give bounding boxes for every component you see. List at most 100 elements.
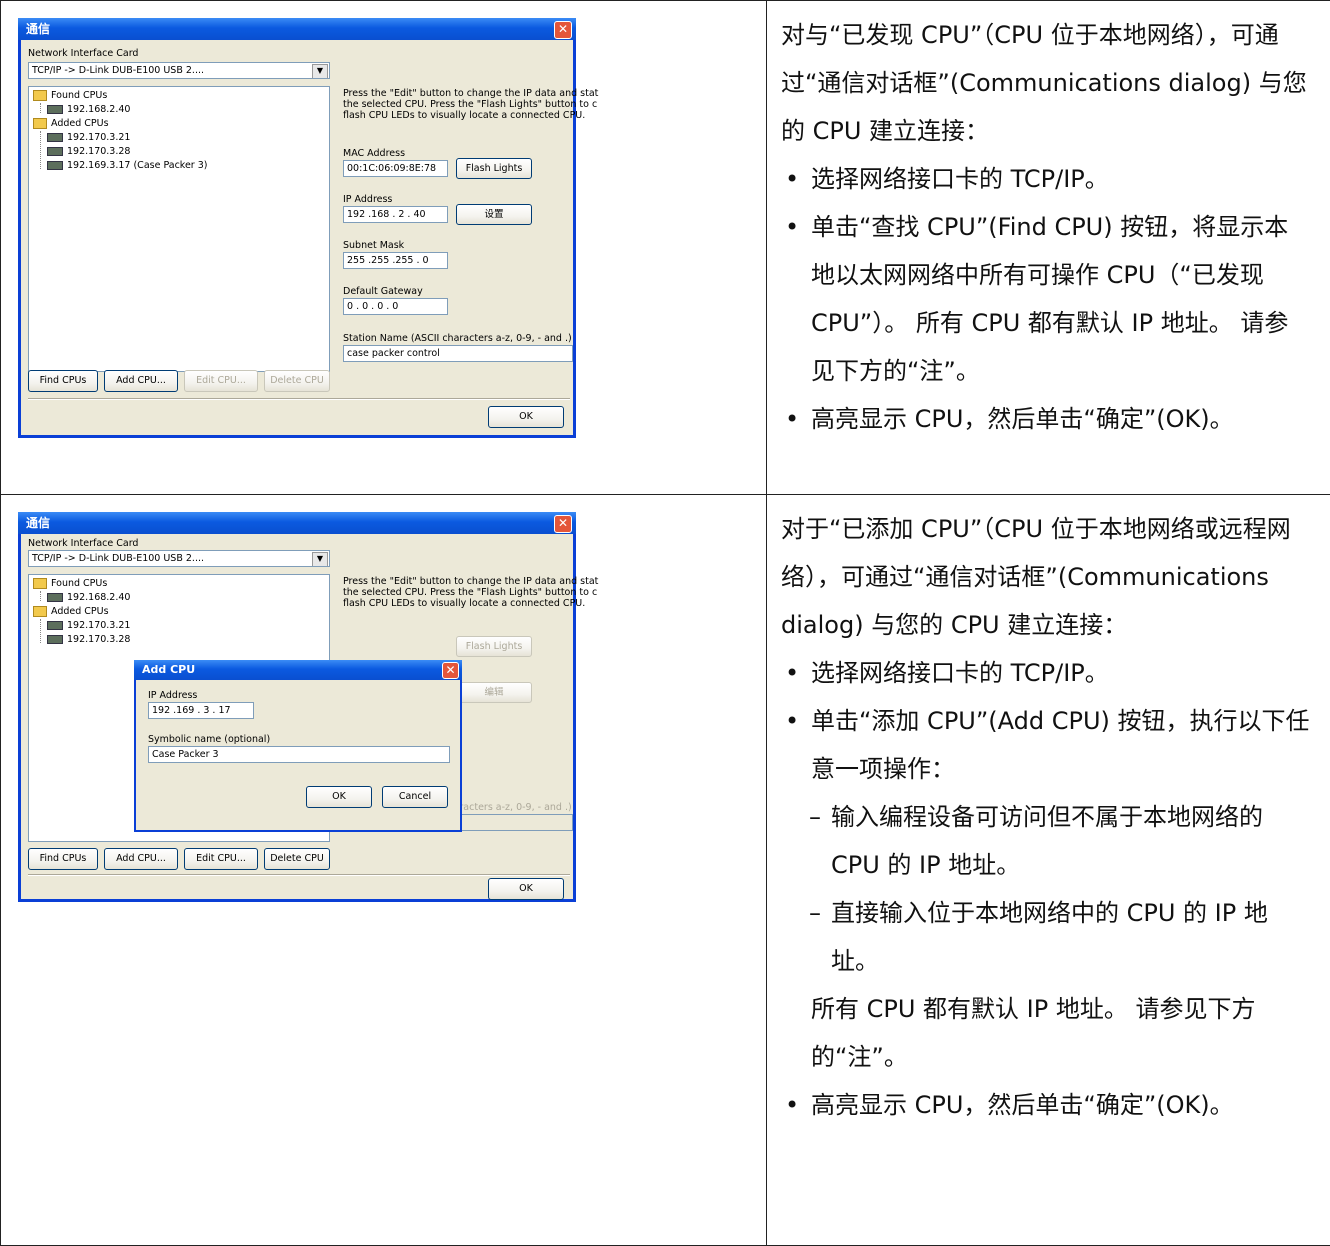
add-cpu-dialog: Add CPU ✕ IP Address 192 .169 . 3 . 17 S… [134,660,462,833]
delete-cpu-button[interactable]: Delete CPU [264,370,330,392]
close-icon[interactable]: ✕ [442,662,459,680]
close-icon[interactable]: ✕ [554,21,572,39]
hint-line: Press the "Edit" button to change the IP… [343,88,599,99]
hint-line: the selected CPU. Press the "Flash Light… [343,587,598,599]
nic-select[interactable]: TCP/IP -> D-Link DUB-E100 USB 2.... ▼ [28,550,330,568]
tree-label: Added CPUs [51,118,109,129]
gateway-field[interactable]: 0 . 0 . 0 . 0 [343,298,448,315]
text-cell-1: 对与“已发现 CPU”（CPU 位于本地网络），可通过“通信对话框”(Commu… [766,0,1330,496]
folder-icon [33,578,47,590]
add-cpu-button[interactable]: Add CPU... [104,370,178,392]
dialog-title: 通信 [18,512,576,535]
symbolic-name-field[interactable]: Case Packer 3 [148,746,450,764]
nic-label: Network Interface Card [28,538,139,550]
tree-label: Found CPUs [51,90,108,101]
cpu-icon [47,161,63,170]
ok-button[interactable]: OK [488,406,564,428]
text-cell-2: 对于“已添加 CPU”（CPU 位于本地网络或远程网络），可通过“通信对话框”(… [766,494,1330,1246]
screenshot-cell-2: 通信 ✕ Network Interface Card TCP/IP -> D-… [0,494,767,1246]
list-item: 高亮显示 CPU，然后单击“确定”(OK)。 [781,395,1312,443]
mac-label: MAC Address [343,148,406,159]
gateway-label: Default Gateway [343,286,423,297]
cpu-icon [47,105,63,114]
find-cpus-button[interactable]: Find CPUs [28,848,98,871]
edit-button[interactable]: 编辑 [456,682,532,704]
hint-line: Press the "Edit" button to change the IP… [343,576,599,588]
folder-icon [33,606,47,618]
hint-line: flash CPU LEDs to visually locate a conn… [343,110,586,121]
delete-cpu-button[interactable]: Delete CPU [264,848,330,871]
edit-cpu-button[interactable]: Edit CPU... [184,370,258,392]
symbolic-name-label: Symbolic name (optional) [148,734,271,746]
intro-paragraph: 对与“已发现 CPU”（CPU 位于本地网络），可通过“通信对话框”(Commu… [781,21,1307,145]
table-row: 通信 ✕ Network Interface Card TCP/IP -> D-… [0,494,1330,1246]
instructions-added-cpu: 对于“已添加 CPU”（CPU 位于本地网络或远程网络），可通过“通信对话框”(… [767,495,1330,1139]
cpu-icon [47,621,63,631]
tree-label: 192.169.3.17 (Case Packer 3) [67,160,208,171]
ok-button[interactable]: OK [488,878,564,901]
step-list: 选择网络接口卡的 TCP/IP。 单击“查找 CPU”(Find CPU) 按钮… [781,155,1312,443]
list-item: 选择网络接口卡的 TCP/IP。 [781,649,1312,697]
tree-item[interactable]: 192.170.3.28 [47,145,130,159]
tree-label: 192.168.2.40 [67,104,131,115]
tree-node-added[interactable]: Added CPUs [33,605,109,619]
tree-item[interactable]: 192.170.3.21 [47,619,130,633]
list-item: 单击“查找 CPU”(Find CPU) 按钮，将显示本地以太网网络中所有可操作… [781,203,1312,395]
tree-node-added[interactable]: Added CPUs [33,117,109,131]
communications-dialog: 通信 ✕ Network Interface Card TCP/IP -> D-… [18,18,598,438]
subnet-label: Subnet Mask [343,240,405,251]
screenshot-cell-1: 通信 ✕ Network Interface Card TCP/IP -> D-… [0,0,767,496]
tree-item[interactable]: 192.170.3.28 [47,633,130,647]
edit-cpu-button[interactable]: Edit CPU... [184,848,258,871]
cpu-icon [47,147,63,156]
step-list: 选择网络接口卡的 TCP/IP。 单击“添加 CPU”(Add CPU) 按钮，… [781,649,1312,793]
sub-list-item: 输入编程设备可访问但不属于本地网络的 CPU 的 IP 地址。 [781,793,1312,889]
add-cpu-dialog-title: Add CPU [134,660,462,681]
folder-icon [33,90,47,101]
tree-label: Found CPUs [51,578,108,590]
dialog-title: 通信 [18,18,576,40]
chevron-down-icon[interactable]: ▼ [312,64,328,78]
set-button[interactable]: 设置 [456,204,532,225]
cpu-tree[interactable]: Found CPUs 192.168.2.40 Added CPUs 192.1… [28,86,330,372]
cpu-icon [47,133,63,142]
list-item: 单击“添加 CPU”(Add CPU) 按钮，执行以下任意一项操作： [781,697,1312,793]
instructions-found-cpu: 对与“已发现 CPU”（CPU 位于本地网络），可通过“通信对话框”(Commu… [767,1,1330,453]
tree-node-found[interactable]: Found CPUs [33,89,107,103]
find-cpus-button[interactable]: Find CPUs [28,370,98,392]
station-field[interactable]: case packer control [343,345,573,362]
subnet-field[interactable]: 255 .255 .255 . 0 [343,252,448,269]
tree-label: 192.170.3.21 [67,132,131,143]
tree-label: 192.170.3.28 [67,634,131,646]
tree-label: 192.168.2.40 [67,592,131,604]
close-icon[interactable]: ✕ [554,515,572,534]
table-row: 通信 ✕ Network Interface Card TCP/IP -> D-… [0,0,1330,496]
list-item-text: 单击“添加 CPU”(Add CPU) 按钮，执行以下任意一项操作： [811,707,1310,784]
flash-lights-button[interactable]: Flash Lights [456,636,532,658]
tree-item[interactable]: 192.170.3.21 [47,131,130,145]
ip-label: IP Address [343,194,393,205]
tree-label: Added CPUs [51,606,109,618]
tree-node-found[interactable]: Found CPUs [33,577,107,591]
cancel-button[interactable]: Cancel [382,786,448,809]
communications-dialog: 通信 ✕ Network Interface Card TCP/IP -> D-… [18,512,598,903]
document-table: 通信 ✕ Network Interface Card TCP/IP -> D-… [0,0,1330,1246]
flash-lights-button[interactable]: Flash Lights [456,158,532,179]
tree-item[interactable]: 192.168.2.40 [47,103,130,117]
step-list: 高亮显示 CPU，然后单击“确定”(OK)。 [781,1081,1312,1129]
list-item: 高亮显示 CPU，然后单击“确定”(OK)。 [781,1081,1312,1129]
nic-select[interactable]: TCP/IP -> D-Link DUB-E100 USB 2.... ▼ [28,62,330,79]
chevron-down-icon[interactable]: ▼ [312,552,328,567]
add-cpu-button[interactable]: Add CPU... [104,848,178,871]
ok-button[interactable]: OK [306,786,372,809]
tree-item[interactable]: 192.168.2.40 [47,591,130,605]
cpu-icon [47,635,63,645]
ip-field[interactable]: 192 .168 . 2 . 40 [343,206,448,223]
intro-paragraph: 对于“已添加 CPU”（CPU 位于本地网络或远程网络），可通过“通信对话框”(… [781,515,1291,640]
nic-select-value: TCP/IP -> D-Link DUB-E100 USB 2.... [32,65,204,76]
tree-item[interactable]: 192.169.3.17 (Case Packer 3) [47,159,207,173]
ip-field[interactable]: 192 .169 . 3 . 17 [148,702,254,720]
station-label: Station Name (ASCII characters a-z, 0-9,… [343,333,572,344]
nic-select-value: TCP/IP -> D-Link DUB-E100 USB 2.... [32,553,204,565]
mac-field: 00:1C:06:09:8E:78 [343,160,448,177]
